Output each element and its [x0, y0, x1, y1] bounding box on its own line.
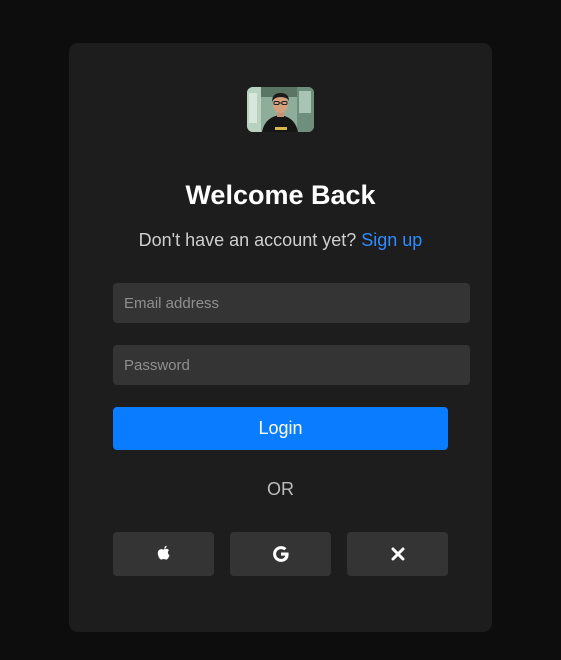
google-icon — [272, 546, 289, 562]
signup-prompt: Don't have an account yet? Sign up — [69, 228, 492, 252]
signup-prompt-text: Don't have an account yet? — [138, 230, 357, 250]
apple-icon — [157, 545, 169, 560]
x-login-button[interactable] — [347, 532, 448, 576]
login-button[interactable]: Login — [113, 407, 448, 450]
x-icon — [391, 547, 404, 561]
email-field[interactable] — [113, 283, 470, 323]
avatar-photo — [247, 87, 314, 132]
google-login-button[interactable] — [230, 532, 331, 576]
or-divider: OR — [267, 479, 294, 499]
login-card: Welcome Back Don't have an account yet? … — [69, 43, 492, 632]
password-field[interactable] — [113, 345, 470, 385]
signup-link[interactable]: Sign up — [361, 230, 422, 250]
apple-login-button[interactable] — [113, 532, 214, 576]
avatar — [247, 87, 314, 132]
page-title: Welcome Back — [185, 180, 376, 210]
